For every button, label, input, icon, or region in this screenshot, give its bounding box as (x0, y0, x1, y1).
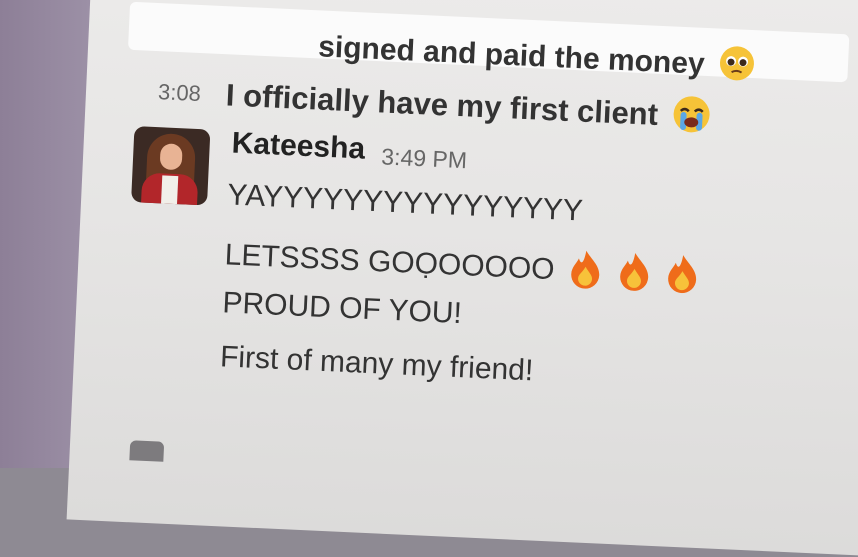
next-avatar[interactable] (129, 440, 165, 462)
message-timestamp[interactable]: 3:08 (157, 79, 202, 107)
message-time[interactable]: 3:49 PM (381, 143, 468, 174)
loudly-crying-face-icon (671, 95, 711, 143)
message-line: PROUD OF YOU! (221, 286, 463, 331)
author-name[interactable]: Kateesha (231, 127, 366, 167)
pleading-face-icon (718, 45, 756, 91)
message-text: LETSSSS GOỌOOOOO (224, 238, 556, 287)
message-text: I officially have my first client (225, 77, 659, 133)
fire-icon (568, 248, 604, 297)
message-line: First of many my friend! (219, 340, 534, 388)
message-pane: signed and paid the money 3:08 I officia… (66, 0, 858, 557)
message-line: YAYYYYYYYYYYYYYYYY (226, 178, 584, 228)
fire-icon (664, 252, 700, 301)
fire-icon (616, 250, 652, 299)
avatar[interactable] (131, 126, 211, 206)
